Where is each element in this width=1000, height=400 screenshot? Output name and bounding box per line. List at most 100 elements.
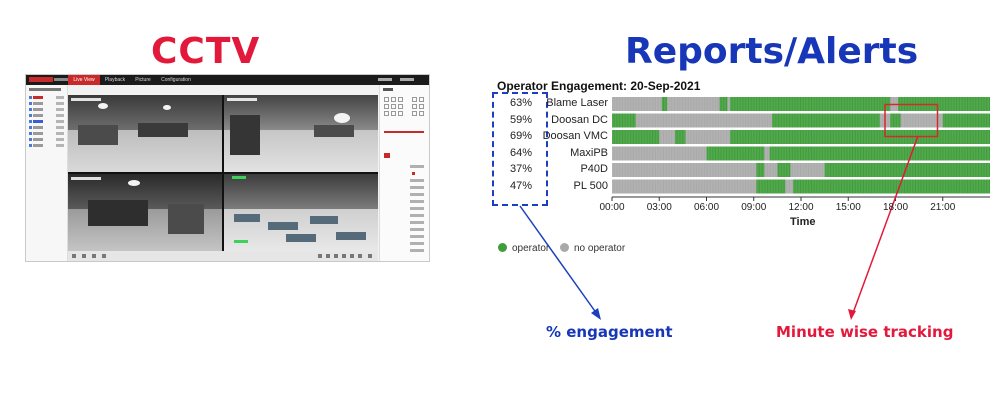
- minute-stripe: [813, 97, 815, 111]
- minute-stripe: [648, 146, 649, 161]
- minute-stripe: [715, 146, 717, 161]
- minute-stripe: [812, 179, 813, 194]
- minute-stripe: [843, 97, 845, 111]
- engagement-arrow-line: [519, 205, 598, 315]
- minute-stripe: [873, 146, 875, 161]
- minute-stripe: [915, 179, 917, 194]
- minute-stripe: [897, 163, 898, 177]
- minute-stripe: [657, 113, 659, 128]
- minute-stripe: [971, 97, 972, 111]
- minute-stripe: [712, 146, 714, 161]
- minute-stripe: [731, 146, 733, 161]
- minute-stripe: [738, 179, 739, 194]
- minute-stripe: [777, 130, 778, 144]
- minute-stripe: [706, 113, 708, 128]
- minute-stripe: [649, 179, 651, 194]
- minute-stripe: [706, 146, 708, 161]
- minute-stripe: [909, 163, 911, 177]
- minute-stripe: [813, 146, 815, 161]
- minute-stripe: [659, 97, 660, 111]
- minute-stripe: [789, 146, 791, 161]
- minute-stripe: [958, 97, 960, 111]
- minute-stripe: [752, 179, 753, 194]
- minute-stripe: [774, 130, 775, 144]
- minute-stripe: [889, 179, 890, 194]
- minute-stripe: [848, 130, 849, 144]
- minute-stripe: [931, 146, 933, 161]
- minute-stripe: [857, 130, 859, 144]
- minute-stripe: [852, 130, 854, 144]
- minute-stripe: [823, 163, 824, 177]
- minute-stripe: [797, 146, 799, 161]
- minute-stripe: [676, 97, 678, 111]
- minute-stripe: [738, 163, 739, 177]
- minute-stripe: [837, 97, 838, 111]
- minute-stripe: [881, 130, 882, 144]
- minute-stripe: [862, 113, 864, 128]
- minute-stripe: [909, 179, 911, 194]
- minute-stripe: [988, 97, 990, 111]
- minute-stripe: [813, 163, 815, 177]
- minute-stripe: [852, 163, 854, 177]
- minute-stripe: [654, 179, 656, 194]
- minute-stripe: [830, 97, 832, 111]
- minute-stripe: [786, 97, 788, 111]
- minute-stripe: [684, 113, 686, 128]
- minute-stripe: [804, 163, 805, 177]
- minute-stripe: [865, 113, 867, 128]
- minute-stripe: [799, 179, 801, 194]
- minute-stripe: [793, 179, 794, 194]
- minute-stripe: [887, 146, 889, 161]
- minute-stripe: [928, 179, 930, 194]
- minute-stripe: [703, 179, 704, 194]
- minute-stripe: [764, 146, 766, 161]
- minute-stripe: [747, 113, 749, 128]
- minute-stripe: [659, 146, 660, 161]
- minute-stripe: [895, 146, 897, 161]
- minute-stripe: [675, 130, 676, 144]
- minute-stripe: [667, 130, 668, 144]
- minute-stripe: [652, 179, 654, 194]
- minute-stripe: [936, 163, 938, 177]
- minute-stripe: [804, 113, 805, 128]
- minute-stripe: [797, 113, 799, 128]
- minute-stripe: [832, 179, 834, 194]
- minute-stripe: [739, 97, 741, 111]
- minute-stripe: [805, 130, 807, 144]
- minute-stripe: [667, 179, 668, 194]
- minute-stripe: [908, 146, 909, 161]
- minute-stripe: [851, 163, 852, 177]
- minute-stripe: [964, 130, 966, 144]
- minute-stripe: [983, 146, 985, 161]
- minute-stripe: [964, 146, 966, 161]
- minute-stripe: [613, 97, 615, 111]
- minute-stripe: [673, 113, 675, 128]
- minute-stripe: [860, 130, 862, 144]
- minute-stripe: [749, 146, 750, 161]
- minute-stripe: [730, 130, 731, 144]
- minute-stripe: [709, 113, 711, 128]
- minute-stripe: [845, 130, 846, 144]
- minute-stripe: [840, 163, 841, 177]
- minute-stripe: [813, 130, 815, 144]
- minute-stripe: [771, 179, 772, 194]
- minute-stripe: [982, 146, 983, 161]
- minute-stripe: [679, 146, 681, 161]
- minute-stripe: [860, 163, 862, 177]
- minute-stripe: [807, 113, 808, 128]
- minute-stripe: [791, 179, 793, 194]
- minute-stripe: [678, 97, 679, 111]
- minute-stripe: [835, 146, 837, 161]
- minute-stripe: [788, 130, 789, 144]
- minute-stripe: [632, 146, 634, 161]
- minute-stripe: [657, 179, 659, 194]
- minute-stripe: [928, 163, 930, 177]
- minute-stripe: [750, 179, 752, 194]
- minute-stripe: [865, 146, 867, 161]
- minute-stripe: [906, 146, 908, 161]
- minute-stripe: [980, 146, 982, 161]
- minute-stripe: [687, 146, 689, 161]
- minute-stripe: [923, 113, 925, 128]
- minute-stripe: [793, 97, 794, 111]
- minute-stripe: [865, 163, 867, 177]
